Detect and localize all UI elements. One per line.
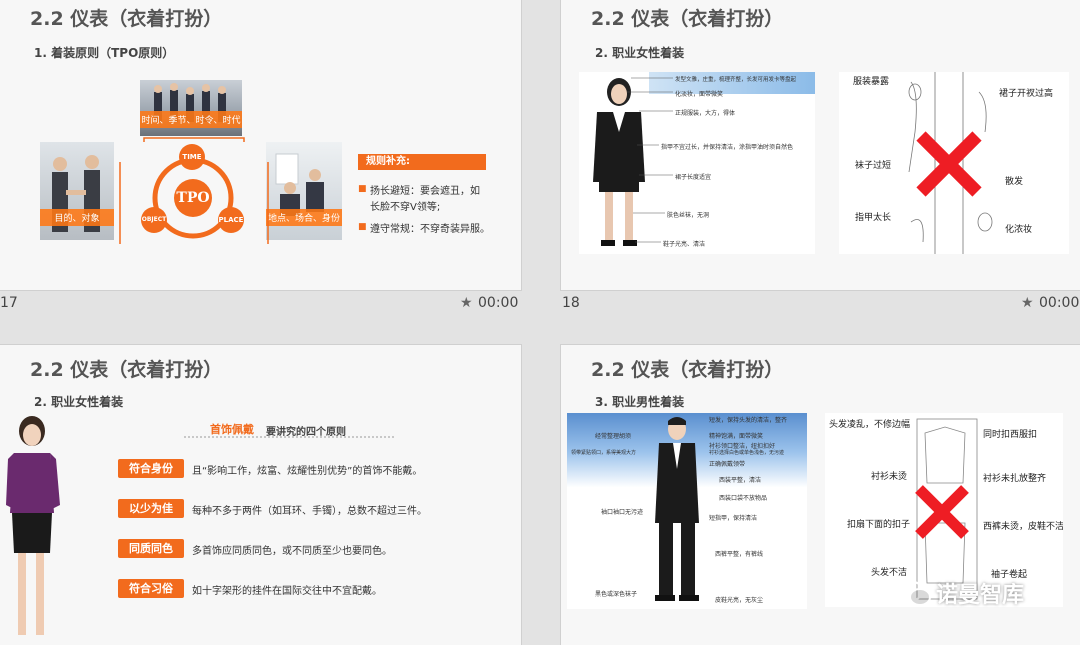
slide-subtitle: 3. 职业男性着装	[595, 395, 685, 409]
bullet-icon: ■	[358, 222, 367, 232]
slide-title: 2.2 仪表（衣着打扮）	[30, 8, 223, 30]
slide-timing[interactable]: 00:00	[1039, 295, 1079, 311]
wrong-label: 袜子过短	[855, 161, 892, 171]
principle-label: 符合身份	[118, 459, 184, 478]
annotation: 西装口袋不放物品	[719, 495, 768, 502]
tpo-place-label: PLACE	[218, 216, 244, 224]
wrong-label: 同时扣西服扣	[983, 430, 1038, 440]
annotation: 西裤平整，有裤线	[715, 551, 764, 558]
photo-caption: 地点、场合、身份	[266, 209, 342, 226]
principles-header-em: 首饰佩戴	[210, 423, 254, 436]
annotation: 黑色或深色袜子	[595, 591, 638, 598]
annotation: 西装平整，清洁	[719, 477, 762, 484]
principle-text: 如十字架形的挂件在国际交往中不宜配戴。	[192, 586, 382, 597]
slide-title: 2.2 仪表（衣着打扮）	[591, 8, 784, 30]
photo-caption: 时间、季节、时令、时代	[140, 111, 242, 128]
slide-17[interactable]: 2.2 仪表（衣着打扮） 1. 着装原则（TPO原则） 时间、季节、时令、时代 …	[0, 0, 521, 290]
rule-text: 遵守常规：不穿奇装异服。	[370, 224, 490, 235]
tpo-time-label: TIME	[182, 153, 202, 161]
principle-text: 多首饰应同质同色，或不同质至少也要同色。	[192, 546, 392, 557]
star-icon[interactable]: ★	[1021, 295, 1034, 311]
slide-title: 2.2 仪表（衣着打扮）	[591, 359, 784, 381]
principle-label: 同质同色	[118, 539, 184, 558]
wrong-label: 头发凌乱，不修边幅	[829, 420, 911, 430]
wrong-label: 裙子开衩过高	[999, 89, 1054, 99]
tpo-object-label: OBJECT	[141, 216, 167, 223]
slide-18[interactable]: 2.2 仪表（衣着打扮） 2. 职业女性着装 发型文雅，庄重，梳理齐整，长发可用…	[561, 0, 1080, 290]
rule-text: 长脸不穿V领等;	[370, 202, 441, 213]
principle-text: 且“影响工作，炫富、炫耀性别优势”的首饰不能戴。	[192, 466, 423, 477]
principle-text: 每种不多于两件（如耳环、手镯），总数不超过三件。	[192, 506, 427, 517]
rules-header: 规则补充:	[358, 154, 486, 170]
slide-number: 17	[0, 295, 18, 311]
principle-label: 以少为佳	[118, 499, 184, 518]
annotation-lines	[627, 77, 673, 243]
photo-office: 地点、场合、身份	[266, 142, 342, 240]
bullet-icon: ■	[358, 184, 367, 194]
wrong-label: 服装暴露	[853, 77, 890, 87]
watermark-text: 诺曼智库	[936, 583, 1025, 608]
wrong-label: 化浓妆	[1005, 225, 1033, 235]
annotation: 精神饱满，面带微笑	[709, 433, 764, 440]
annotation: 领带紧贴领口，系得美观大方	[571, 450, 637, 456]
slide-number: 18	[562, 295, 580, 311]
wrong-label: 扣扇下面的扣子	[847, 520, 911, 530]
male-attire-figure: 短发，保持头发的清洁，整齐 精神饱满，面带微笑 衬衫领口整洁，纽扣扣好 衬衫选择…	[567, 413, 807, 609]
female-wrong-examples: 服装暴露 袜子过短 指甲太长 裙子开衩过高 散发 化浓妆	[839, 72, 1069, 254]
watermark: 诺曼智库	[896, 576, 1024, 610]
slide-subtitle: 2. 职业女性着装	[34, 395, 124, 409]
woman-purple-illustration	[6, 416, 60, 635]
photo-caption: 目的、对象	[40, 209, 114, 226]
slide-subtitle: 1. 着装原则（TPO原则）	[34, 46, 175, 60]
wrong-label: 西裤未烫，皮鞋不洁	[983, 522, 1063, 532]
annotation: 短指甲，保持清洁	[709, 515, 758, 522]
wrong-label: 散发	[1005, 177, 1024, 187]
principles-header-rest: 要讲究的四个原则	[266, 427, 346, 438]
photo-fashion-group: 时间、季节、时令、时代	[140, 80, 242, 136]
rule-text: 扬长避短：要会遮丑，如	[370, 186, 480, 197]
slide-19[interactable]: 2.2 仪表（衣着打扮） 2. 职业女性着装 首饰佩戴 要讲究的四个原则 符合身…	[0, 345, 521, 645]
wrong-label: 衬衫未烫	[871, 472, 908, 482]
annotation: 正确佩戴领带	[709, 461, 746, 468]
wrong-label: 衬衫未扎放整齐	[983, 474, 1047, 484]
annotation: 短发，保持头发的清洁，整齐	[709, 417, 788, 424]
tpo-center-label: TPO	[176, 190, 210, 206]
annotation: 衬衫选择白色或单色浅色，无污迹	[709, 450, 785, 456]
photo-handshake: 目的、对象	[40, 142, 114, 240]
annotation: 袖口袖口无污迹	[601, 509, 644, 516]
slide-subtitle: 2. 职业女性着装	[595, 46, 685, 60]
annotation: 经常整理胡须	[595, 433, 632, 440]
principle-label: 符合习俗	[118, 579, 184, 598]
slide-title: 2.2 仪表（衣着打扮）	[30, 359, 223, 381]
annotation: 皮鞋光亮，无灰尘	[715, 597, 764, 604]
slide-timing[interactable]: 00:00	[478, 295, 518, 311]
wrong-label: 指甲太长	[855, 213, 892, 223]
wechat-icon	[897, 580, 931, 606]
star-icon[interactable]: ★	[460, 295, 473, 311]
female-attire-figure: 发型文雅，庄重，梳理齐整，长发可用发卡等盘起 化淡妆，面带微笑 正规服装，大方，…	[579, 72, 815, 254]
